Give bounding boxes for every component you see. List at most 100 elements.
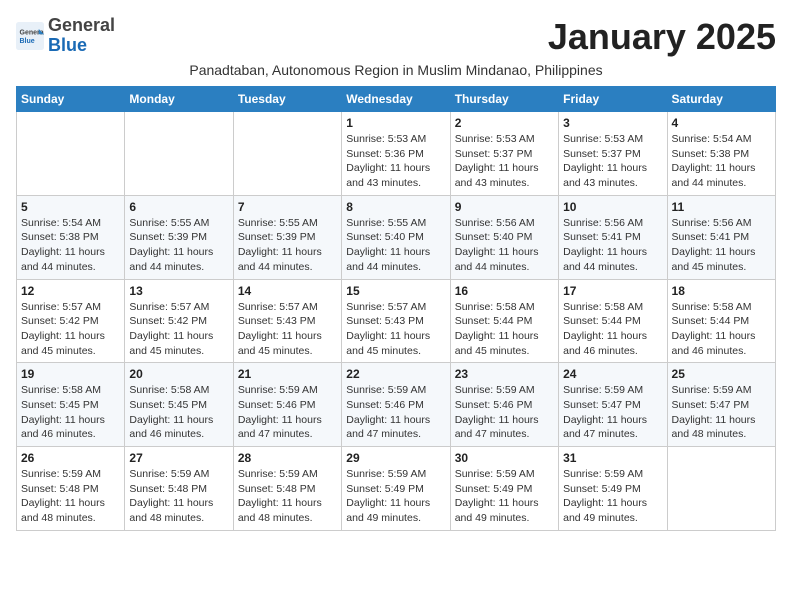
day-number: 2	[455, 116, 554, 130]
day-info: Sunrise: 5:59 AM Sunset: 5:47 PM Dayligh…	[672, 383, 771, 442]
calendar-cell	[233, 112, 341, 196]
day-info: Sunrise: 5:57 AM Sunset: 5:43 PM Dayligh…	[238, 300, 337, 359]
day-number: 10	[563, 200, 662, 214]
weekday-header-sunday: Sunday	[17, 87, 125, 112]
calendar-cell: 24 Sunrise: 5:59 AM Sunset: 5:47 PM Dayli…	[559, 363, 667, 447]
day-number: 20	[129, 367, 228, 381]
day-info: Sunrise: 5:57 AM Sunset: 5:42 PM Dayligh…	[21, 300, 120, 359]
calendar-cell: 26Sunrise: 5:59 AM Sunset: 5:48 PM Dayli…	[17, 447, 125, 531]
day-info: Sunrise: 5:55 AM Sunset: 5:40 PM Dayligh…	[346, 216, 445, 275]
day-info: Sunrise: 5:55 AM Sunset: 5:39 PM Dayligh…	[129, 216, 228, 275]
calendar-cell: 15 Sunrise: 5:57 AM Sunset: 5:43 PM Dayli…	[342, 279, 450, 363]
day-number: 31	[563, 451, 662, 465]
calendar-cell: 22 Sunrise: 5:59 AM Sunset: 5:46 PM Dayli…	[342, 363, 450, 447]
day-info: Sunrise: 5:54 AM Sunset: 5:38 PM Dayligh…	[21, 216, 120, 275]
day-number: 5	[21, 200, 120, 214]
calendar-cell: 18Sunrise: 5:58 AM Sunset: 5:44 PM Dayli…	[667, 279, 775, 363]
calendar-cell: 31 Sunrise: 5:59 AM Sunset: 5:49 PM Dayli…	[559, 447, 667, 531]
weekday-header-tuesday: Tuesday	[233, 87, 341, 112]
calendar-cell: 2 Sunrise: 5:53 AM Sunset: 5:37 PM Daylig…	[450, 112, 558, 196]
calendar-cell: 3 Sunrise: 5:53 AM Sunset: 5:37 PM Daylig…	[559, 112, 667, 196]
calendar-cell: 14 Sunrise: 5:57 AM Sunset: 5:43 PM Dayli…	[233, 279, 341, 363]
day-info: Sunrise: 5:58 AM Sunset: 5:44 PM Dayligh…	[672, 300, 771, 359]
page-header: General Blue General Blue January 2025	[16, 16, 776, 58]
day-number: 14	[238, 284, 337, 298]
day-number: 21	[238, 367, 337, 381]
week-row-3: 12 Sunrise: 5:57 AM Sunset: 5:42 PM Dayli…	[17, 279, 776, 363]
day-info: Sunrise: 5:59 AM Sunset: 5:47 PM Dayligh…	[563, 383, 662, 442]
day-number: 22	[346, 367, 445, 381]
day-number: 15	[346, 284, 445, 298]
logo-general-text: General	[48, 15, 115, 35]
calendar-cell: 9Sunrise: 5:56 AM Sunset: 5:40 PM Daylig…	[450, 195, 558, 279]
week-row-5: 26Sunrise: 5:59 AM Sunset: 5:48 PM Dayli…	[17, 447, 776, 531]
day-number: 24	[563, 367, 662, 381]
weekday-header-monday: Monday	[125, 87, 233, 112]
day-info: Sunrise: 5:53 AM Sunset: 5:37 PM Dayligh…	[563, 132, 662, 191]
calendar-table: SundayMondayTuesdayWednesdayThursdayFrid…	[16, 86, 776, 531]
day-info: Sunrise: 5:59 AM Sunset: 5:48 PM Dayligh…	[238, 467, 337, 526]
day-info: Sunrise: 5:58 AM Sunset: 5:44 PM Dayligh…	[455, 300, 554, 359]
calendar-cell: 8Sunrise: 5:55 AM Sunset: 5:40 PM Daylig…	[342, 195, 450, 279]
day-info: Sunrise: 5:54 AM Sunset: 5:38 PM Dayligh…	[672, 132, 771, 191]
day-info: Sunrise: 5:53 AM Sunset: 5:36 PM Dayligh…	[346, 132, 445, 191]
day-number: 12	[21, 284, 120, 298]
day-number: 19	[21, 367, 120, 381]
logo-icon: General Blue	[16, 22, 44, 50]
calendar-cell: 13Sunrise: 5:57 AM Sunset: 5:42 PM Dayli…	[125, 279, 233, 363]
calendar-cell: 28 Sunrise: 5:59 AM Sunset: 5:48 PM Dayli…	[233, 447, 341, 531]
week-row-4: 19 Sunrise: 5:58 AM Sunset: 5:45 PM Dayli…	[17, 363, 776, 447]
week-row-2: 5 Sunrise: 5:54 AM Sunset: 5:38 PM Daylig…	[17, 195, 776, 279]
logo-blue-text: Blue	[48, 35, 87, 55]
weekday-header-wednesday: Wednesday	[342, 87, 450, 112]
calendar-cell: 29 Sunrise: 5:59 AM Sunset: 5:49 PM Dayli…	[342, 447, 450, 531]
weekday-header-row: SundayMondayTuesdayWednesdayThursdayFrid…	[17, 87, 776, 112]
day-number: 25	[672, 367, 771, 381]
calendar-cell: 17 Sunrise: 5:58 AM Sunset: 5:44 PM Dayli…	[559, 279, 667, 363]
day-info: Sunrise: 5:57 AM Sunset: 5:43 PM Dayligh…	[346, 300, 445, 359]
day-info: Sunrise: 5:58 AM Sunset: 5:44 PM Dayligh…	[563, 300, 662, 359]
month-title: January 2025	[548, 16, 776, 58]
day-info: Sunrise: 5:56 AM Sunset: 5:41 PM Dayligh…	[563, 216, 662, 275]
weekday-header-friday: Friday	[559, 87, 667, 112]
day-info: Sunrise: 5:59 AM Sunset: 5:46 PM Dayligh…	[346, 383, 445, 442]
day-info: Sunrise: 5:59 AM Sunset: 5:49 PM Dayligh…	[563, 467, 662, 526]
calendar-cell: 25 Sunrise: 5:59 AM Sunset: 5:47 PM Dayli…	[667, 363, 775, 447]
day-number: 30	[455, 451, 554, 465]
day-info: Sunrise: 5:59 AM Sunset: 5:49 PM Dayligh…	[346, 467, 445, 526]
day-number: 16	[455, 284, 554, 298]
calendar-cell	[125, 112, 233, 196]
weekday-header-saturday: Saturday	[667, 87, 775, 112]
day-number: 27	[129, 451, 228, 465]
day-number: 23	[455, 367, 554, 381]
logo: General Blue General Blue	[16, 16, 115, 56]
day-number: 28	[238, 451, 337, 465]
calendar-cell	[667, 447, 775, 531]
location-subtitle: Panadtaban, Autonomous Region in Muslim …	[16, 62, 776, 78]
calendar-cell: 4Sunrise: 5:54 AM Sunset: 5:38 PM Daylig…	[667, 112, 775, 196]
calendar-cell: 1Sunrise: 5:53 AM Sunset: 5:36 PM Daylig…	[342, 112, 450, 196]
calendar-cell: 20 Sunrise: 5:58 AM Sunset: 5:45 PM Dayli…	[125, 363, 233, 447]
day-number: 17	[563, 284, 662, 298]
calendar-cell: 27 Sunrise: 5:59 AM Sunset: 5:48 PM Dayli…	[125, 447, 233, 531]
calendar-cell: 7Sunrise: 5:55 AM Sunset: 5:39 PM Daylig…	[233, 195, 341, 279]
day-number: 7	[238, 200, 337, 214]
calendar-cell: 11Sunrise: 5:56 AM Sunset: 5:41 PM Dayli…	[667, 195, 775, 279]
calendar-cell: 23Sunrise: 5:59 AM Sunset: 5:46 PM Dayli…	[450, 363, 558, 447]
day-info: Sunrise: 5:57 AM Sunset: 5:42 PM Dayligh…	[129, 300, 228, 359]
day-info: Sunrise: 5:59 AM Sunset: 5:48 PM Dayligh…	[21, 467, 120, 526]
calendar-cell	[17, 112, 125, 196]
day-number: 29	[346, 451, 445, 465]
weekday-header-thursday: Thursday	[450, 87, 558, 112]
day-info: Sunrise: 5:58 AM Sunset: 5:45 PM Dayligh…	[21, 383, 120, 442]
day-info: Sunrise: 5:58 AM Sunset: 5:45 PM Dayligh…	[129, 383, 228, 442]
calendar-cell: 16 Sunrise: 5:58 AM Sunset: 5:44 PM Dayli…	[450, 279, 558, 363]
day-number: 11	[672, 200, 771, 214]
day-info: Sunrise: 5:59 AM Sunset: 5:48 PM Dayligh…	[129, 467, 228, 526]
day-number: 3	[563, 116, 662, 130]
calendar-cell: 21Sunrise: 5:59 AM Sunset: 5:46 PM Dayli…	[233, 363, 341, 447]
calendar-cell: 19 Sunrise: 5:58 AM Sunset: 5:45 PM Dayli…	[17, 363, 125, 447]
day-info: Sunrise: 5:53 AM Sunset: 5:37 PM Dayligh…	[455, 132, 554, 191]
day-info: Sunrise: 5:56 AM Sunset: 5:40 PM Dayligh…	[455, 216, 554, 275]
day-info: Sunrise: 5:59 AM Sunset: 5:49 PM Dayligh…	[455, 467, 554, 526]
